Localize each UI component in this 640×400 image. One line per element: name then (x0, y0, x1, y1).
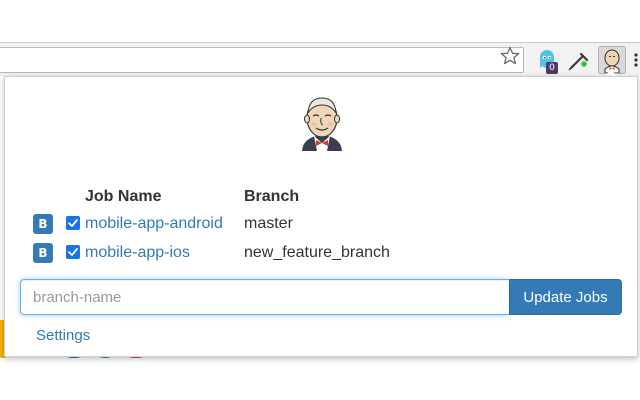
checkmark-icon (68, 247, 78, 256)
branch-cell: new_feature_branch (244, 243, 390, 261)
table-header-row: Job Name Branch (33, 185, 390, 209)
build-button[interactable]: B (33, 213, 53, 234)
extension-popup: Job Name Branch B mobile-app-android mas… (4, 76, 638, 357)
more-menu-icon[interactable] (632, 47, 640, 73)
jobs-table: Job Name Branch B mobile-app-android mas… (33, 185, 390, 267)
column-header-branch: Branch (244, 188, 300, 205)
table-row: B mobile-app-ios new_feature_branch (33, 238, 390, 267)
star-icon[interactable] (500, 46, 520, 66)
job-checkbox[interactable] (66, 215, 80, 230)
update-jobs-button[interactable]: Update Jobs (509, 279, 622, 315)
browser-tabstrip (0, 0, 640, 42)
branch-cell: master (244, 214, 293, 232)
build-button[interactable]: B (33, 242, 53, 263)
jenkins-mascot-icon (297, 95, 347, 151)
browser-toolbar: 0 (0, 42, 640, 77)
column-header-job-name: Job Name (85, 188, 162, 205)
extension-badge: 0 (546, 62, 558, 74)
eyedropper-icon[interactable] (566, 47, 592, 73)
branch-form: Update Jobs (20, 279, 622, 315)
table-row: B mobile-app-android master (33, 209, 390, 238)
address-bar[interactable] (0, 47, 524, 73)
job-link[interactable]: mobile-app-ios (85, 244, 190, 261)
job-link[interactable]: mobile-app-android (85, 215, 223, 232)
job-checkbox[interactable] (66, 244, 80, 259)
checkmark-icon (68, 218, 78, 227)
branch-name-input[interactable] (20, 279, 509, 315)
settings-link[interactable]: Settings (36, 327, 90, 344)
